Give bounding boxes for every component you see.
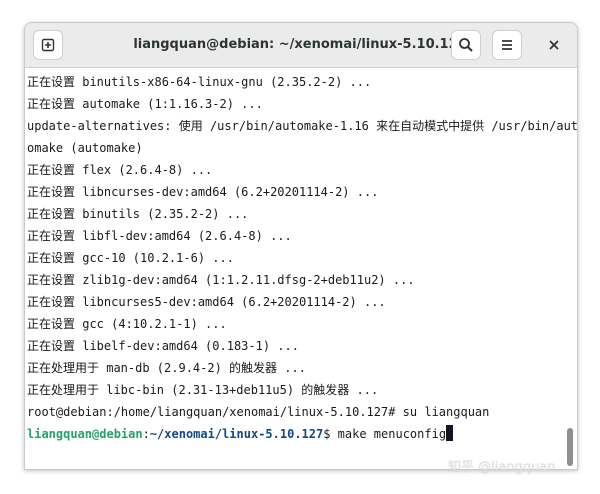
prompt-symbol: $ xyxy=(323,427,338,441)
close-icon xyxy=(548,36,560,55)
terminal-line: 正在设置 libncurses-dev:amd64 (6.2+20201114-… xyxy=(27,185,379,199)
terminal-line: 正在设置 gcc-10 (10.2.1-6) ... xyxy=(27,251,234,265)
terminal-line: 正在处理用于 libc-bin (2.31-13+deb11u5) 的触发器 .… xyxy=(27,383,379,397)
search-icon xyxy=(458,37,474,53)
terminal-line: 正在处理用于 man-db (2.9.4-2) 的触发器 ... xyxy=(27,361,306,375)
watermark: 知乎 @liangquan xyxy=(448,460,556,475)
terminal-window: liangquan@debian: ~/xenomai/linux-5.10.1… xyxy=(24,22,578,470)
terminal-line: 正在设置 libfl-dev:amd64 (2.6.4-8) ... xyxy=(27,229,292,243)
new-tab-button[interactable] xyxy=(33,30,63,60)
close-button[interactable] xyxy=(539,30,569,60)
terminal-line: update-alternatives: 使用 /usr/bin/automak… xyxy=(27,119,577,133)
terminal-line: 正在设置 binutils-x86-64-linux-gnu (2.35.2-2… xyxy=(27,75,372,89)
terminal-prompt-line: liangquan@debian:~/xenomai/linux-5.10.12… xyxy=(27,424,454,444)
scrollbar-thumb[interactable] xyxy=(567,428,573,466)
terminal-line: 正在设置 zlib1g-dev:amd64 (1:1.2.11.dfsg-2+d… xyxy=(27,273,415,287)
title-bar[interactable]: liangquan@debian: ~/xenomai/linux-5.10.1… xyxy=(25,23,577,68)
prompt-path: ~/xenomai/linux-5.10.127 xyxy=(149,427,324,441)
terminal-line: root@debian:/home/liangquan/xenomai/linu… xyxy=(27,405,490,419)
prompt-user-host: liangquan@debian xyxy=(27,427,143,441)
new-tab-icon xyxy=(40,37,56,53)
terminal-line: 正在设置 libncurses5-dev:amd64 (6.2+20201114… xyxy=(27,295,386,309)
terminal-line: 正在设置 binutils (2.35.2-2) ... xyxy=(27,207,249,221)
search-button[interactable] xyxy=(451,30,481,60)
prompt-separator: : xyxy=(142,427,150,441)
terminal-line: 正在设置 flex (2.6.4-8) ... xyxy=(27,163,213,177)
window-title: liangquan@debian: ~/xenomai/linux-5.10.1… xyxy=(133,37,467,52)
terminal-line: 正在设置 libelf-dev:amd64 (0.183-1) ... xyxy=(27,339,299,353)
terminal-output[interactable]: 正在设置 binutils-x86-64-linux-gnu (2.35.2-2… xyxy=(25,68,577,469)
terminal-line: omake (automake) xyxy=(27,141,143,155)
text-cursor xyxy=(446,425,454,441)
prompt-command: make menuconfig xyxy=(337,427,447,441)
menu-button[interactable] xyxy=(492,30,522,60)
terminal-line: 正在设置 automake (1:1.16.3-2) ... xyxy=(27,97,263,111)
hamburger-menu-icon xyxy=(499,37,515,53)
terminal-line: 正在设置 gcc (4:10.2.1-1) ... xyxy=(27,317,227,331)
